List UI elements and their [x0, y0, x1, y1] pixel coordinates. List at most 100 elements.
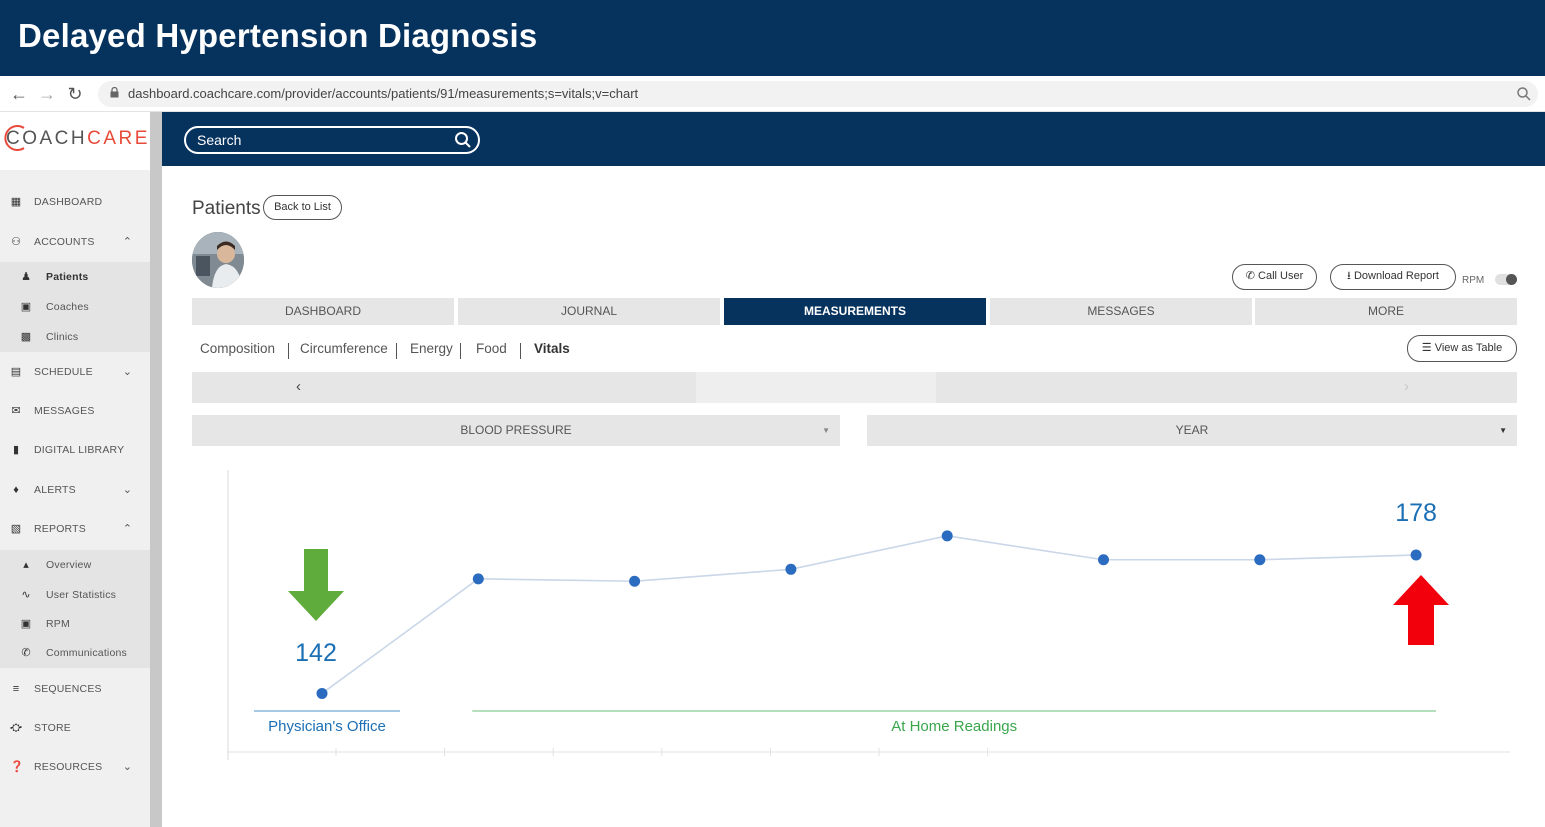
report-icon: ▧	[10, 523, 22, 535]
sidebar-item-coaches[interactable]: ▣ Coaches	[0, 292, 150, 322]
tab-journal[interactable]: JOURNAL	[458, 298, 720, 325]
caret-down-icon: ▼	[822, 426, 830, 435]
sidebar-item-user-statistics[interactable]: ∿ User Statistics	[0, 580, 150, 610]
sidebar-item-label: ACCOUNTS	[34, 236, 95, 248]
browser-toolbar: ← → ↻ dashboard.coachcare.com/provider/a…	[0, 76, 1545, 112]
search-input[interactable]: Search	[184, 126, 480, 154]
sidebar-item-label: ALERTS	[34, 484, 76, 496]
main-content: Patients Back to List ✆ Call User ⭳ Down…	[162, 166, 1545, 827]
cart-icon: ⛮	[10, 722, 22, 734]
sidebar-item-label: MESSAGES	[34, 405, 95, 417]
sidebar-item-digital-library[interactable]: ▮ DIGITAL LIBRARY	[0, 435, 150, 465]
sidebar-item-messages[interactable]: ✉ MESSAGES	[0, 396, 150, 426]
sidebar-item-label: DASHBOARD	[34, 196, 103, 208]
search-icon[interactable]	[454, 131, 472, 149]
download-report-button[interactable]: ⭳ Download Report	[1330, 264, 1456, 290]
zoom-icon[interactable]	[1516, 86, 1532, 102]
sidebar-item-label: Clinics	[46, 331, 79, 343]
date-pager: ‹ ›	[192, 372, 1517, 403]
sidebar-item-rpm[interactable]: ▣ RPM	[0, 609, 150, 639]
chevron-up-icon: ⌃	[122, 236, 132, 248]
url-text: dashboard.coachcare.com/provider/account…	[128, 86, 639, 101]
subtab-composition[interactable]: Composition	[200, 341, 275, 356]
subnav-divider	[396, 343, 397, 359]
sidebar-item-sequences[interactable]: ≡ SEQUENCES	[0, 674, 150, 704]
call-user-button[interactable]: ✆ Call User	[1232, 264, 1317, 290]
search-placeholder: Search	[197, 132, 242, 148]
sidebar-item-clinics[interactable]: ▩ Clinics	[0, 322, 150, 352]
tab-measurements[interactable]: MEASUREMENTS	[724, 298, 986, 325]
sidebar-item-alerts[interactable]: ♦ ALERTS ⌄	[0, 475, 150, 505]
toggle-knob	[1506, 274, 1517, 285]
view-as-table-button[interactable]: ☰ View as Table	[1407, 335, 1517, 362]
chevron-down-icon: ⌄	[122, 366, 132, 378]
sequence-icon: ≡	[12, 683, 20, 695]
phone-icon: ✆	[1245, 270, 1255, 282]
message-icon: ✉	[11, 405, 21, 417]
sidebar-item-label: SCHEDULE	[34, 366, 93, 378]
person-icon: ♟	[21, 271, 31, 283]
sidebar-item-schedule[interactable]: ▤ SCHEDULE ⌄	[0, 357, 150, 387]
subtab-circumference[interactable]: Circumference	[300, 341, 388, 356]
logo-area[interactable]: COACHCARE	[0, 112, 150, 170]
title-banner: Delayed Hypertension Diagnosis	[0, 0, 1545, 76]
sidebar-item-label: User Statistics	[46, 589, 117, 601]
metric-select[interactable]: BLOOD PRESSURE ▼	[192, 415, 840, 446]
sidebar-item-resources[interactable]: ❓ RESOURCES ⌄	[0, 752, 150, 782]
dashboard-icon: ▦	[10, 196, 22, 208]
subtab-vitals[interactable]: Vitals	[534, 341, 570, 356]
sidebar-item-label: Patients	[46, 271, 89, 283]
app-header: Search	[162, 112, 1545, 166]
subnav-divider	[520, 343, 521, 359]
overview-icon: ▴	[23, 559, 29, 571]
metric-select-value: BLOOD PRESSURE	[460, 423, 572, 437]
chevron-down-icon: ⌄	[122, 484, 132, 496]
chevron-down-icon: ⌄	[122, 761, 132, 773]
sidebar-item-accounts[interactable]: ⚇ ACCOUNTS ⌃	[0, 227, 150, 257]
chevron-right-icon[interactable]: ›	[1404, 378, 1409, 395]
forward-arrow-icon[interactable]: →	[36, 83, 58, 105]
calculator-icon: ▣	[20, 618, 32, 630]
period-select[interactable]: YEAR ▼	[867, 415, 1517, 446]
sidebar-item-patients[interactable]: ♟ Patients	[0, 262, 150, 292]
pager-range	[696, 372, 936, 403]
view-as-table-label: View as Table	[1434, 342, 1503, 354]
sidebar-item-dashboard[interactable]: ▦ DASHBOARD	[0, 187, 150, 217]
page-title: Patients	[192, 198, 261, 219]
badge-icon: ▣	[20, 301, 32, 313]
download-icon: ⭳	[1347, 270, 1351, 282]
logo-coach: COACH	[6, 128, 88, 149]
sidebar-item-label: REPORTS	[34, 523, 86, 535]
tab-more[interactable]: MORE	[1255, 298, 1517, 325]
sidebar-scrollbar[interactable]	[150, 112, 162, 827]
sidebar: COACHCARE ▦ DASHBOARD ⚇ ACCOUNTS ⌃ ♟ Patients ▣…	[0, 112, 150, 827]
subtab-energy[interactable]: Energy	[410, 341, 453, 356]
sidebar-item-overview[interactable]: ▴ Overview	[0, 550, 150, 580]
sidebar-item-communications[interactable]: ✆ Communications	[0, 638, 150, 668]
people-icon: ⚇	[11, 236, 21, 248]
rpm-toggle[interactable]	[1495, 274, 1517, 285]
sidebar-item-store[interactable]: ⛮ STORE	[0, 713, 150, 743]
folder-icon: ▮	[12, 444, 20, 456]
reload-icon[interactable]: ↻	[64, 83, 86, 105]
call-user-label: Call User	[1258, 270, 1304, 282]
chevron-up-icon: ⌃	[122, 523, 132, 535]
avatar-photo-icon	[192, 232, 244, 288]
subnav-divider	[460, 343, 461, 359]
sidebar-item-label: STORE	[34, 722, 71, 734]
banner-title: Delayed Hypertension Diagnosis	[18, 17, 538, 54]
tab-messages[interactable]: MESSAGES	[990, 298, 1252, 325]
address-bar[interactable]: dashboard.coachcare.com/provider/account…	[98, 81, 1538, 107]
back-arrow-icon[interactable]: ←	[8, 83, 30, 105]
bell-icon: ♦	[13, 484, 19, 496]
back-to-list-button[interactable]: Back to List	[263, 195, 342, 220]
lock-icon	[110, 87, 119, 98]
subtab-food[interactable]: Food	[476, 341, 507, 356]
sidebar-item-reports[interactable]: ▧ REPORTS ⌃	[0, 514, 150, 544]
sidebar-item-label: RESOURCES	[34, 761, 103, 773]
sidebar-item-label: Coaches	[46, 301, 89, 313]
calendar-icon: ▤	[10, 366, 22, 378]
tab-dashboard[interactable]: DASHBOARD	[192, 298, 454, 325]
chevron-left-icon[interactable]: ‹	[296, 378, 301, 395]
help-icon: ❓	[10, 761, 24, 773]
